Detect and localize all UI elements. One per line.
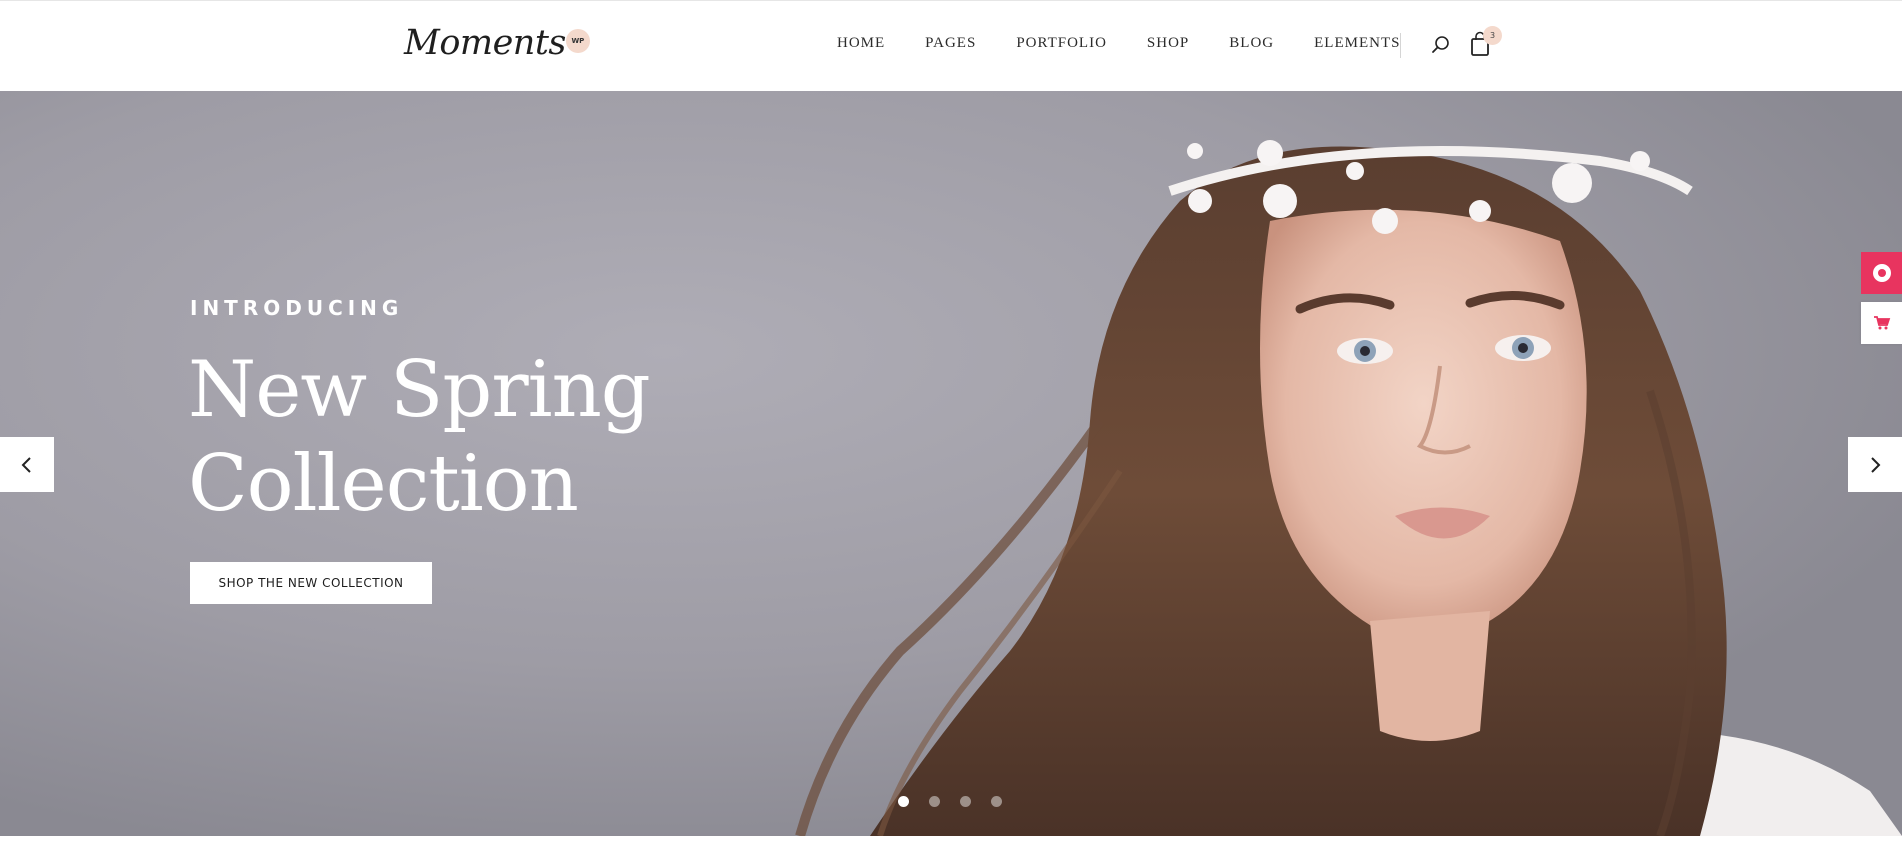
cart-count-badge: 3	[1483, 26, 1502, 45]
slider-next-button[interactable]	[1848, 437, 1902, 492]
page-bottom-edge	[0, 836, 1902, 844]
nav-item-portfolio[interactable]: PORTFOLIO	[1016, 35, 1107, 52]
slider-pagination	[898, 796, 1002, 807]
chevron-left-icon	[21, 456, 31, 473]
logo-badge: WP	[565, 29, 590, 53]
hero-title: New Spring Collection	[188, 343, 788, 531]
cart-icon	[1873, 316, 1890, 330]
hero-title-line-1: New Spring	[188, 345, 651, 435]
slider-dot-2[interactable]	[929, 796, 940, 807]
nav-item-elements[interactable]: ELEMENTS	[1314, 35, 1400, 52]
main-nav: HOME PAGES PORTFOLIO SHOP BLOG ELEMENTS	[837, 35, 1400, 52]
slider-prev-button[interactable]	[0, 437, 54, 492]
slider-dot-3[interactable]	[960, 796, 971, 807]
nav-item-home[interactable]: HOME	[837, 35, 885, 52]
nav-divider	[1400, 33, 1401, 58]
nav-item-blog[interactable]: BLOG	[1229, 35, 1274, 52]
search-icon	[1432, 36, 1449, 53]
chevron-right-icon	[1871, 456, 1881, 473]
hero-title-line-2: Collection	[188, 439, 579, 529]
site-header: Moments WP HOME PAGES PORTFOLIO SHOP BLO…	[0, 0, 1902, 91]
hero-eyebrow: INTRODUCING	[190, 296, 404, 320]
logo-text: Moments	[404, 23, 566, 63]
support-widget-button[interactable]	[1861, 252, 1902, 294]
nav-item-pages[interactable]: PAGES	[925, 35, 976, 52]
nav-item-shop[interactable]: SHOP	[1147, 35, 1189, 52]
slider-dot-1[interactable]	[898, 796, 909, 807]
shop-collection-button[interactable]: SHOP THE NEW COLLECTION	[190, 562, 432, 604]
lifebuoy-icon	[1872, 264, 1891, 282]
cart-widget-button[interactable]	[1861, 302, 1902, 344]
logo[interactable]: Moments WP	[404, 21, 590, 71]
search-button[interactable]	[1430, 34, 1452, 56]
slider-dot-4[interactable]	[991, 796, 1002, 807]
hero-slider: INTRODUCING New Spring Collection SHOP T…	[0, 91, 1902, 836]
